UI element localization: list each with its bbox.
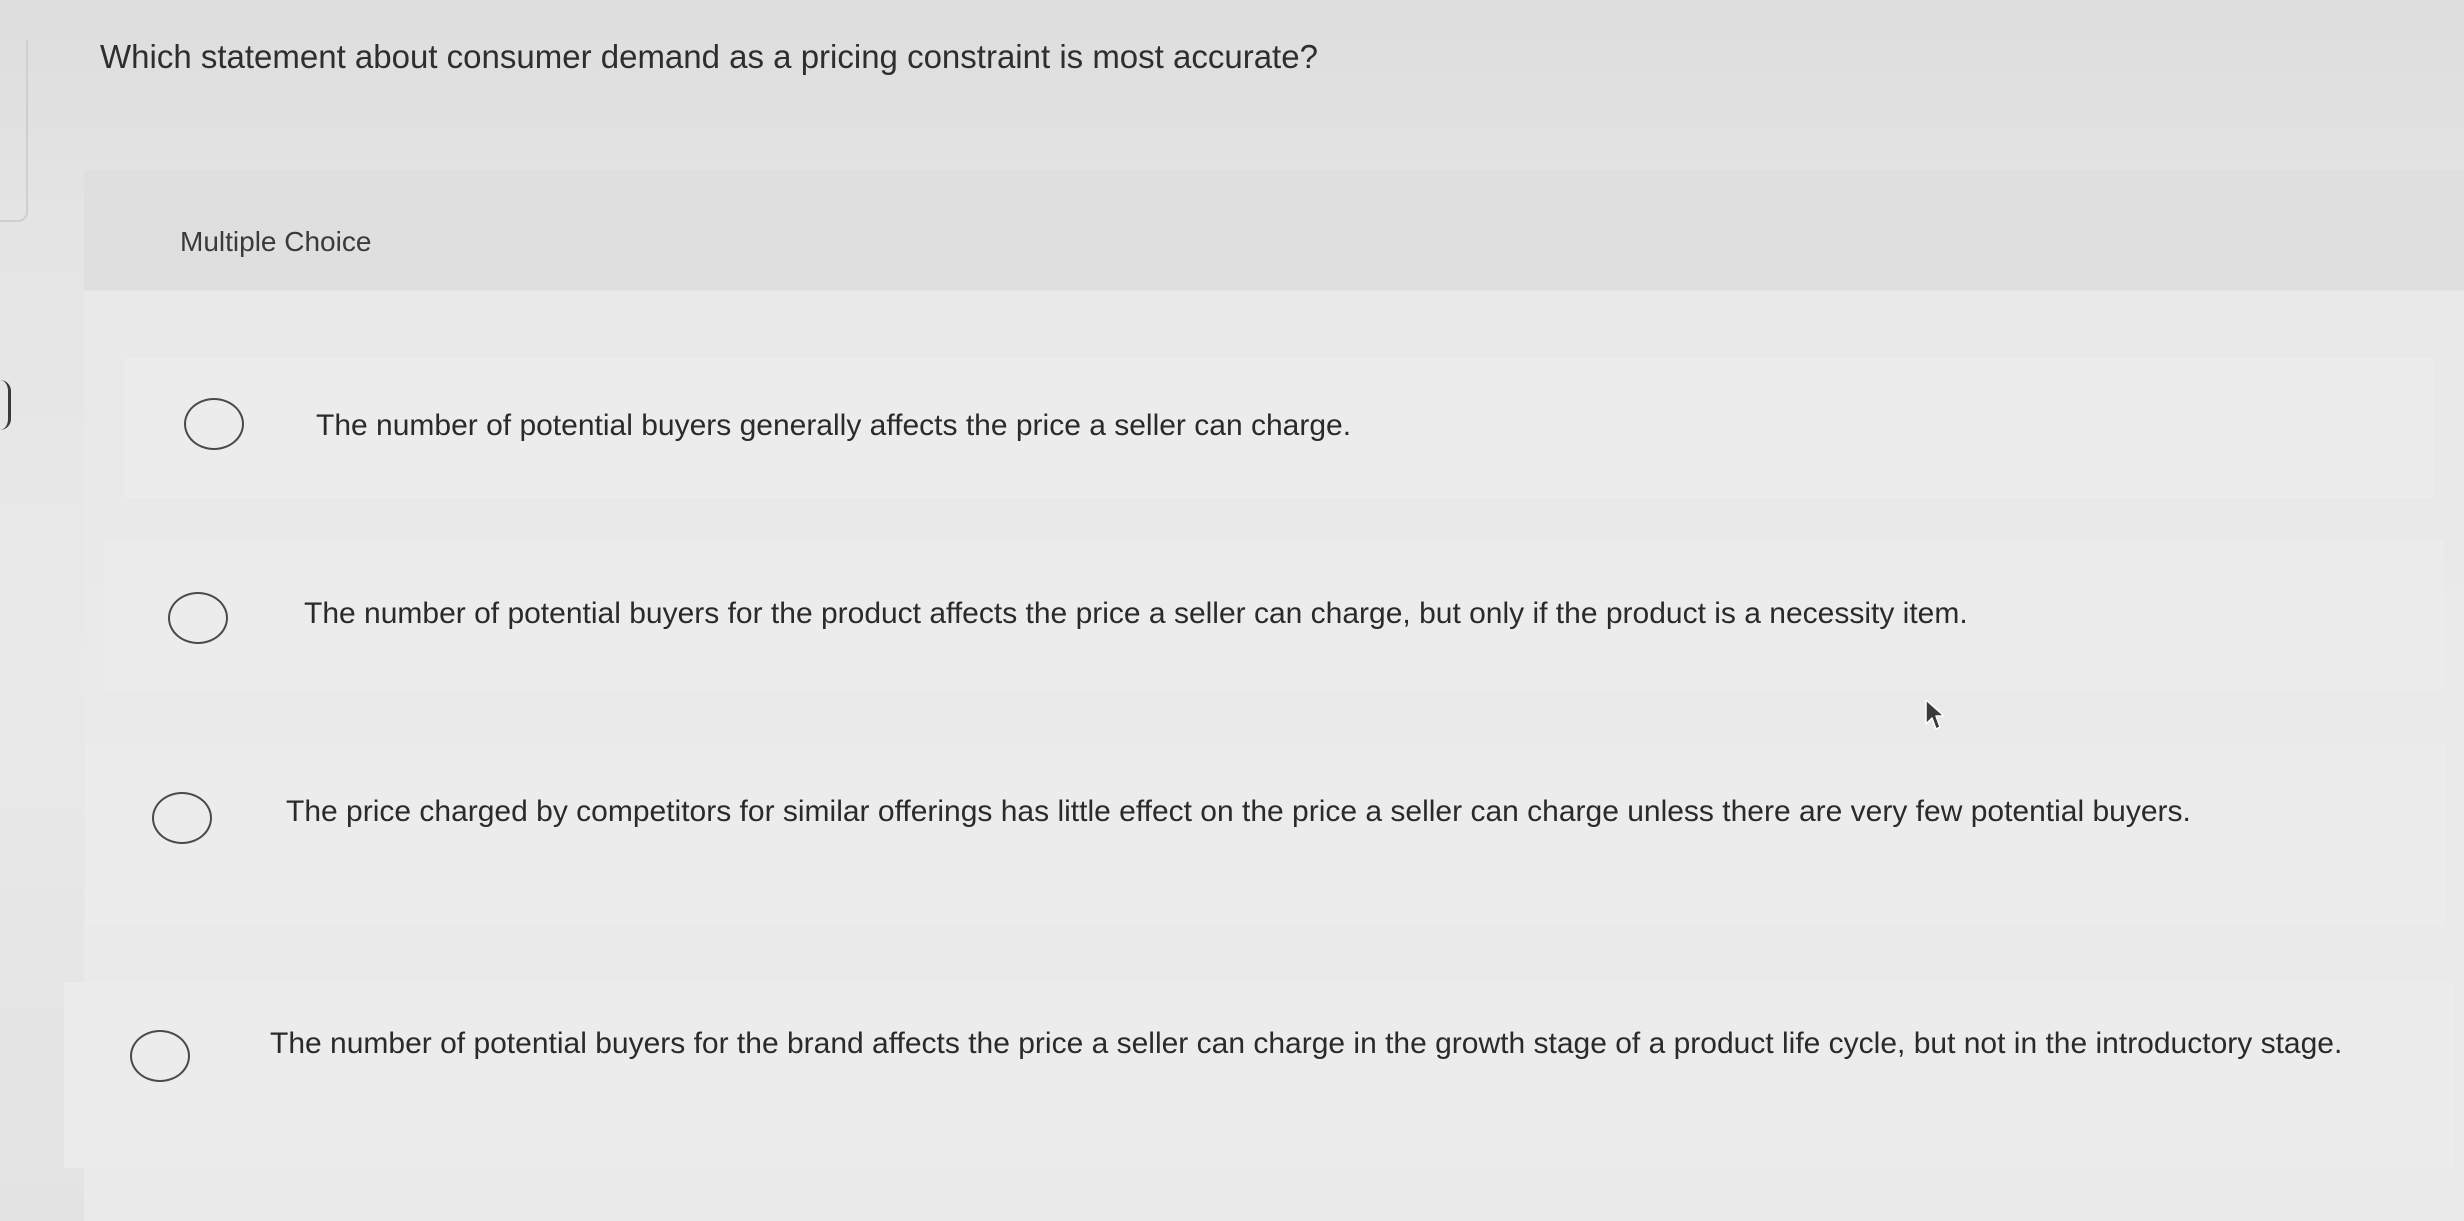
- answer-option-4[interactable]: The number of potential buyers for the b…: [64, 982, 2454, 1168]
- mouse-pointer-icon: [1925, 699, 1945, 730]
- multiple-choice-label: Multiple Choice: [180, 226, 372, 257]
- answer-option-2-label: The number of potential buyers for the p…: [304, 597, 1968, 630]
- answer-option-3-label: The price charged by competitors for sim…: [286, 795, 2191, 828]
- radio-unchecked-icon[interactable]: [168, 592, 228, 644]
- answer-option-3[interactable]: The price charged by competitors for sim…: [86, 744, 2446, 926]
- question-text: Which statement about consumer demand as…: [100, 38, 1318, 75]
- radio-unchecked-icon[interactable]: [184, 398, 244, 450]
- side-panel-toggle[interactable]: [0, 380, 11, 430]
- multiple-choice-header: [84, 170, 2464, 290]
- side-panel-edge: [0, 40, 28, 222]
- answer-option-2[interactable]: The number of potential buyers for the p…: [104, 540, 2444, 690]
- answer-option-1-label: The number of potential buyers generally…: [316, 409, 1352, 442]
- answer-option-4-label: The number of potential buyers for the b…: [270, 1027, 2343, 1060]
- radio-unchecked-icon[interactable]: [152, 792, 212, 844]
- answer-option-1[interactable]: The number of potential buyers generally…: [124, 358, 2434, 498]
- radio-unchecked-icon[interactable]: [130, 1030, 190, 1082]
